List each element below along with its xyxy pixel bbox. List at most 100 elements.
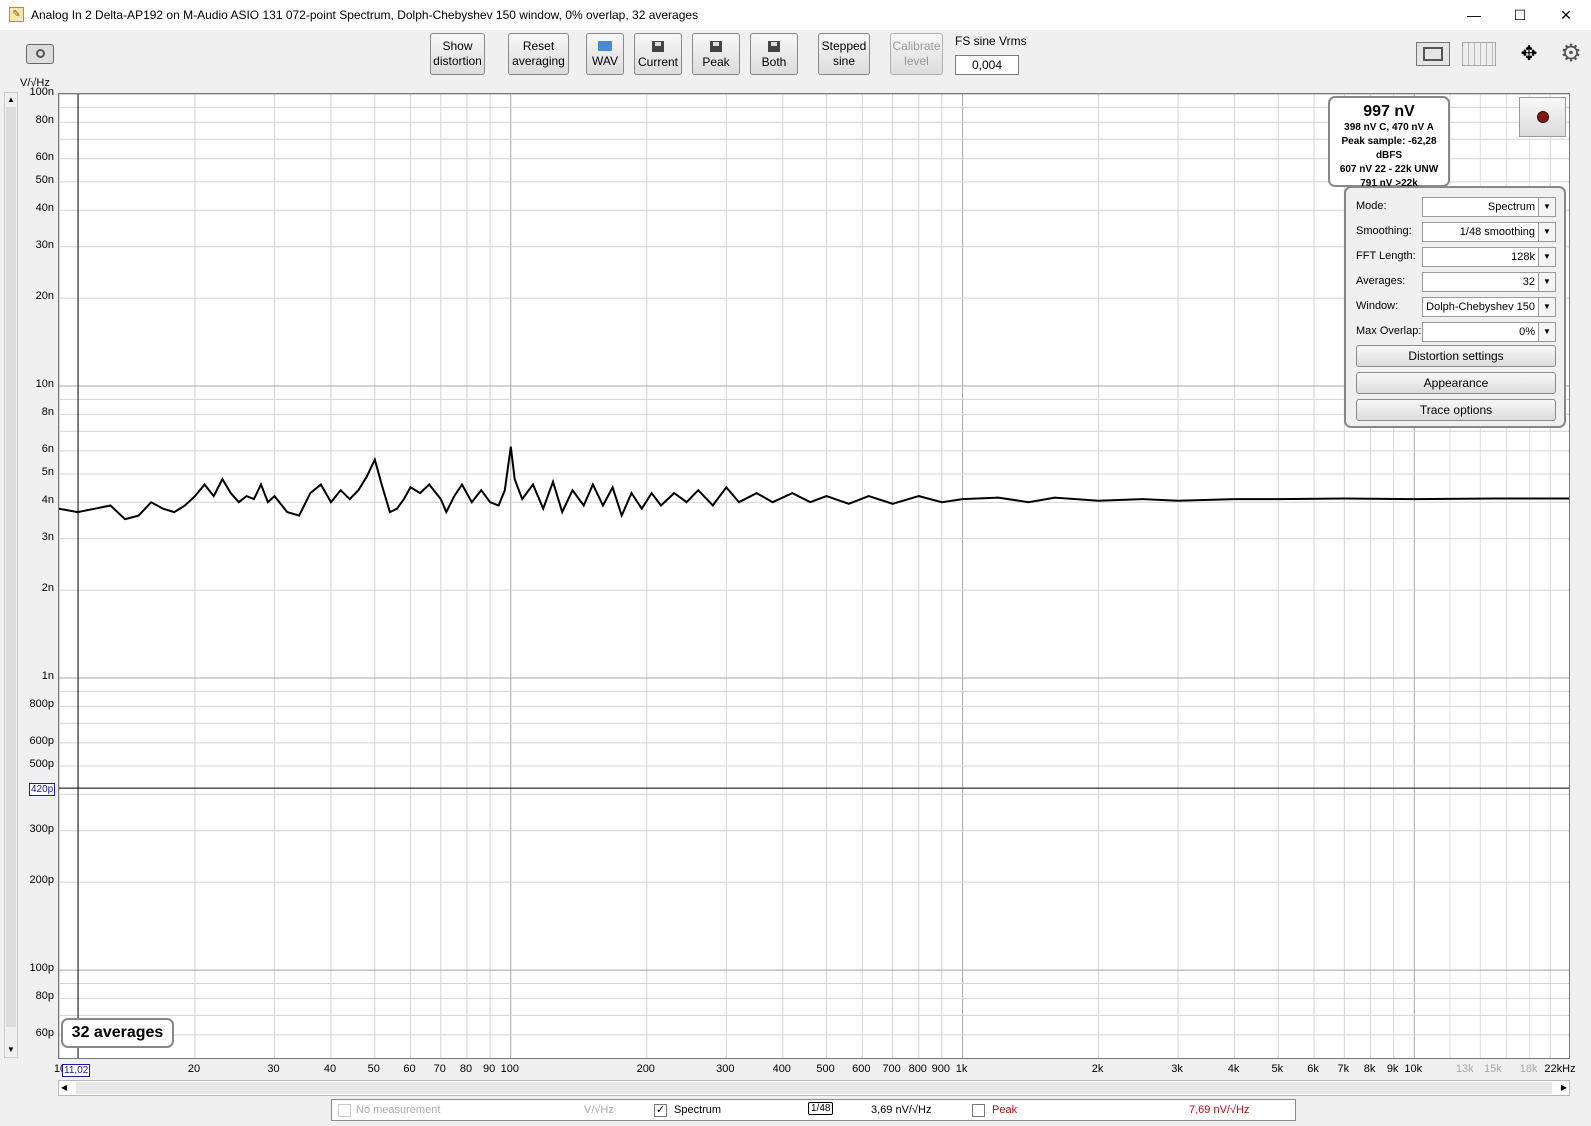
record-button[interactable] xyxy=(1519,97,1566,137)
scroll-right-icon[interactable]: ▶ xyxy=(1561,1081,1567,1095)
x-tick-label: 400 xyxy=(772,1063,791,1075)
fft-length-select[interactable]: 128k ▼ xyxy=(1422,247,1556,267)
x-tick-label: 18k xyxy=(1519,1063,1538,1075)
x-tick-label: 200 xyxy=(636,1063,655,1075)
show-distortion-button[interactable]: Show distortion xyxy=(430,33,485,75)
peak-value: 7,69 nV/√Hz xyxy=(1189,1104,1250,1116)
averages-select[interactable]: 32 ▼ xyxy=(1422,272,1556,292)
folder-icon xyxy=(598,41,612,51)
wav-button[interactable]: WAV xyxy=(586,33,624,75)
save-both-button[interactable]: Both xyxy=(750,33,798,75)
y-tick-label: 60p xyxy=(35,1026,54,1039)
spectrum-checkbox[interactable]: ✓ xyxy=(654,1104,667,1117)
no-measurement-checkbox[interactable] xyxy=(338,1104,351,1117)
y-tick-label: 200p xyxy=(29,874,54,887)
x-tick-label: 600 xyxy=(852,1063,871,1075)
calibrate-level-button[interactable]: Calibrate level xyxy=(890,33,943,75)
fft-length-row: FFT Length: 128k ▼ xyxy=(1356,247,1560,267)
window-select[interactable]: Dolph-Chebyshev 150 ▼ xyxy=(1422,297,1556,317)
distortion-settings-button[interactable]: Distortion settings xyxy=(1356,345,1556,367)
move-arrows-icon[interactable]: ✥ xyxy=(1512,40,1546,68)
save-peak-button[interactable]: Peak xyxy=(692,33,740,75)
x-tick-label: 40 xyxy=(323,1063,337,1075)
chevron-down-icon: ▼ xyxy=(1538,198,1555,216)
y-tick-label: 20n xyxy=(35,290,54,303)
chevron-down-icon: ▼ xyxy=(1538,273,1555,291)
mode-select[interactable]: Spectrum ▼ xyxy=(1422,197,1556,217)
minimize-button[interactable]: — xyxy=(1451,0,1497,30)
close-button[interactable]: ✕ xyxy=(1543,0,1589,30)
trace-legend: No measurement V/√Hz ✓ Spectrum 1/48 3,6… xyxy=(331,1099,1296,1121)
y-tick-label: 500p xyxy=(29,757,54,770)
reset-averaging-button[interactable]: Reset averaging xyxy=(508,33,569,75)
x-tick-label: 20 xyxy=(187,1063,201,1075)
fs-sine-input[interactable]: 0,004 xyxy=(955,55,1019,75)
record-icon xyxy=(1537,111,1549,123)
y-tick-label: 30n xyxy=(35,238,54,251)
chevron-down-icon: ▼ xyxy=(1538,298,1555,316)
x-tick-label: 300 xyxy=(716,1063,735,1075)
y-tick-label: 600p xyxy=(29,734,54,747)
x-tick-label: 900 xyxy=(931,1063,951,1075)
gear-icon[interactable]: ⚙ xyxy=(1558,40,1584,68)
smoothing-indicator[interactable]: 1/48 xyxy=(808,1102,834,1115)
scroll-left-icon[interactable]: ◀ xyxy=(61,1081,67,1095)
y-tick-label: 60n xyxy=(35,150,54,163)
controls-panel: Mode: Spectrum ▼ Smoothing: 1/48 smoothin… xyxy=(1344,186,1566,428)
y-tick-label: 100p xyxy=(29,962,54,975)
y-tick-label: 10n xyxy=(35,378,54,391)
x-tick-label: 700 xyxy=(882,1063,901,1075)
level-readout[interactable]: 997 nV 398 nV C, 470 nV A Peak sample: -… xyxy=(1328,96,1450,189)
x-tick-label: 1k xyxy=(955,1063,968,1075)
smoothing-select[interactable]: 1/48 smoothing ▼ xyxy=(1422,222,1556,242)
spectrum-value: 3,69 nV/√Hz xyxy=(871,1104,932,1116)
title-bar: ✎ Analog In 2 Delta-AP192 on M-Audio ASI… xyxy=(0,0,1591,30)
chevron-down-icon: ▼ xyxy=(1538,223,1555,241)
x-tick-label: 100 xyxy=(500,1063,519,1075)
smoothing-row: Smoothing: 1/48 smoothing ▼ xyxy=(1356,222,1560,242)
window-row: Window: Dolph-Chebyshev 150 ▼ xyxy=(1356,297,1560,317)
x-tick-label: 30 xyxy=(267,1063,280,1075)
max-overlap-select[interactable]: 0% ▼ xyxy=(1422,322,1556,342)
x-tick-label: 7k xyxy=(1337,1063,1350,1075)
scroll-down-icon[interactable]: ▼ xyxy=(5,1043,17,1057)
x-tick-label: 5k xyxy=(1271,1063,1284,1075)
spectrum-label: Spectrum xyxy=(674,1104,722,1116)
save-current-button[interactable]: Current xyxy=(634,33,682,75)
trace-options-button[interactable]: Trace options xyxy=(1356,399,1556,421)
maximize-button[interactable]: ☐ xyxy=(1497,0,1543,30)
stepped-sine-button[interactable]: Stepped sine xyxy=(818,33,870,75)
floppy-disk-icon xyxy=(652,41,664,52)
camera-icon[interactable] xyxy=(26,44,54,64)
readout-line: 398 nV C, 470 nV A xyxy=(1344,122,1434,133)
x-tick-label: 2k xyxy=(1091,1063,1104,1075)
y-tick-label: 4n xyxy=(41,494,54,507)
scroll-up-icon[interactable]: ▲ xyxy=(5,93,17,107)
horizontal-scrollbar[interactable]: ◀ ▶ xyxy=(58,1080,1570,1096)
x-tick-label: 80 xyxy=(459,1063,473,1075)
y-tick-label: 2n xyxy=(41,582,54,595)
vertical-scrollbar[interactable]: ▲ ▼ xyxy=(4,92,18,1058)
horizontal-scroll-thumb[interactable] xyxy=(76,1082,1552,1094)
y-tick-label: 6n xyxy=(41,442,54,455)
peak-label: Peak xyxy=(992,1104,1018,1116)
graph-layout-icon[interactable] xyxy=(1416,42,1450,66)
x-tick-label: 3k xyxy=(1171,1063,1183,1075)
fs-sine-label: FS sine Vrms xyxy=(955,34,1027,48)
appearance-button[interactable]: Appearance xyxy=(1356,372,1556,394)
readout-main-value: 997 nV xyxy=(1363,103,1415,120)
y-tick-label: 40n xyxy=(35,202,54,215)
grid-lines xyxy=(59,94,1569,1058)
vertical-scroll-thumb[interactable] xyxy=(6,107,16,1027)
x-tick-label: 22kHz xyxy=(1544,1063,1576,1075)
y-tick-label: 50n xyxy=(35,173,54,186)
max-overlap-row: Max Overlap: 0% ▼ xyxy=(1356,322,1560,342)
graph-split-icon[interactable] xyxy=(1462,42,1496,66)
y-tick-label: 100n xyxy=(29,86,54,98)
y-tick-label: 80n xyxy=(35,114,54,127)
spectrum-trace xyxy=(59,446,1569,521)
y-tick-label: 8n xyxy=(41,406,54,419)
unit-label: V/√Hz xyxy=(584,1104,614,1116)
peak-checkbox[interactable] xyxy=(972,1104,985,1117)
averages-row: Averages: 32 ▼ xyxy=(1356,272,1560,292)
